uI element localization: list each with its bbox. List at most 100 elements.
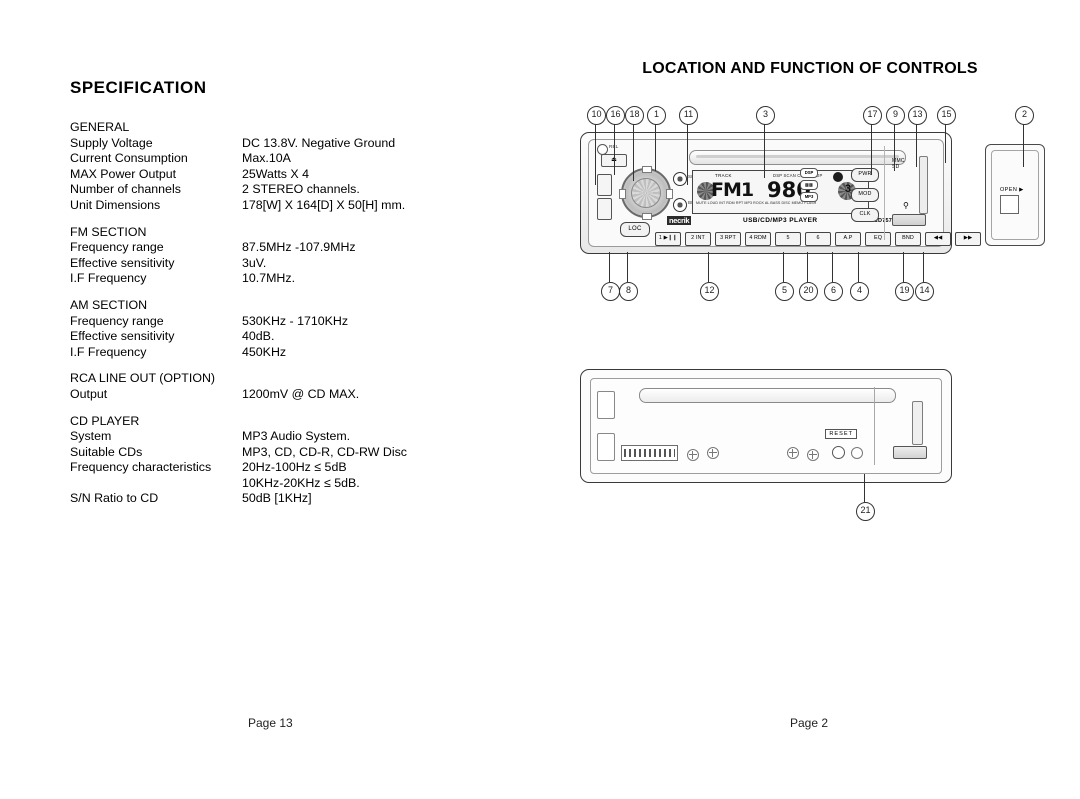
- callout-5: 5: [775, 282, 794, 301]
- spec-row: MAX Power Output 25Watts X 4: [70, 167, 530, 183]
- spec-spacer: [70, 403, 530, 414]
- mode-button[interactable]: MOD: [851, 188, 879, 202]
- spec-value: 2 STEREO channels.: [242, 182, 360, 197]
- spec-row: Frequency characteristics 20Hz-100Hz ≤ 5d…: [70, 460, 530, 476]
- callout-15: 15: [937, 106, 956, 125]
- loc-button[interactable]: LOC: [620, 222, 650, 237]
- chassis-bracket-upper: [597, 391, 615, 419]
- leader-line: [916, 123, 917, 167]
- leader-line: [655, 123, 656, 171]
- screw-icon-1: [687, 449, 699, 461]
- spec-value: 530KHz - 1710KHz: [242, 313, 349, 328]
- leader-line: [633, 123, 634, 181]
- rotary-vol-knob[interactable]: [619, 166, 673, 220]
- leader-line: [614, 123, 615, 175]
- card-slot-panel: MMC SD ⚲: [884, 146, 937, 240]
- sel-button[interactable]: [673, 172, 687, 186]
- leader-line: [864, 474, 865, 502]
- flap-inner: OPEN ▶: [991, 150, 1039, 240]
- spec-value: Max.10A: [242, 151, 291, 166]
- spec-value: 10.7MHz.: [242, 271, 296, 286]
- faceplate-inner: REL ⏏ SEL BND: [588, 139, 981, 247]
- leader-line: [894, 123, 895, 171]
- leader-line: [871, 123, 872, 175]
- player-type-label: USB/CD/MP3 PLAYER: [742, 217, 818, 224]
- spec-row: Unit Dimensions 178[W] X 164[D] X 50[H] m…: [70, 198, 530, 214]
- specification-title: SPECIFICATION: [70, 78, 207, 97]
- specification-table: GENERAL Supply Voltage DC 13.8V. Negative …: [70, 120, 530, 507]
- spec-section-name: CD PLAYER: [70, 413, 140, 428]
- knob-tab-left: [619, 189, 626, 199]
- lcd-bottom-segments: MUTE LOUD INT RDM RPT MP3 ROCK AL BASS D…: [696, 201, 817, 205]
- chassis-usb-port[interactable]: [893, 446, 927, 459]
- spec-row: I.F Frequency 450KHz: [70, 345, 530, 361]
- callout-9: 9: [886, 106, 905, 125]
- leader-line: [783, 252, 784, 282]
- screw-icon-2: [707, 447, 719, 459]
- knob-tab-bottom: [642, 213, 652, 220]
- power-button[interactable]: PWR: [851, 168, 879, 182]
- leader-line: [858, 252, 859, 282]
- preset-button[interactable]: 5: [775, 232, 801, 246]
- callout-2: 2: [1015, 106, 1034, 125]
- page-number-right: Page 2: [790, 716, 829, 730]
- sd-card-slot[interactable]: [919, 156, 928, 214]
- callout-20: 20: [799, 282, 818, 301]
- spec-section-blank: [242, 120, 530, 136]
- spec-label: Supply Voltage: [70, 135, 153, 150]
- callout-19: 19: [895, 282, 914, 301]
- spec-value: 450KHz: [242, 344, 287, 359]
- usb-icon: ⚲: [903, 201, 909, 210]
- usb-port[interactable]: [892, 214, 926, 226]
- preset-button[interactable]: 1 ▶❙❙: [655, 232, 681, 246]
- chassis-rail: [639, 388, 896, 403]
- callout-10: 10: [587, 106, 606, 125]
- callout-8: 8: [619, 282, 638, 301]
- spec-value: 87.5MHz -107.9MHz: [242, 240, 356, 255]
- leader-line: [627, 252, 628, 282]
- leader-line: [1023, 123, 1024, 167]
- leader-line: [807, 252, 808, 282]
- open-button[interactable]: [1000, 195, 1019, 214]
- spec-row: I.F Frequency 10.7MHz.: [70, 271, 530, 287]
- preset-button[interactable]: 6: [805, 232, 831, 246]
- spec-section-name: FM SECTION: [70, 224, 147, 239]
- bnd-button[interactable]: [673, 198, 687, 212]
- spec-row: 10KHz-20KHz ≤ 5dB.: [70, 476, 530, 492]
- spec-row: Supply Voltage DC 13.8V. Negative Ground: [70, 136, 530, 152]
- clock-button[interactable]: CLK: [851, 208, 879, 222]
- page-number-left: Page 13: [248, 716, 293, 730]
- spec-row: S/N Ratio to CD 50dB [1KHz]: [70, 491, 530, 507]
- callout-18: 18: [625, 106, 644, 125]
- chassis-inner: RESET: [590, 378, 942, 474]
- chassis-hole-icon: [851, 447, 863, 459]
- preset-button[interactable]: ▶▶: [955, 232, 981, 246]
- ir-sensor-icon: [833, 172, 843, 182]
- controls-column: LOCATION AND FUNCTION OF CONTROLS 10 16 18…: [575, 60, 1045, 521]
- lcd-track-label: TRACK: [715, 173, 732, 178]
- side-button-lower[interactable]: [597, 198, 612, 220]
- screw-icon-4: [807, 449, 819, 461]
- spec-section-heading: CD PLAYER: [70, 414, 530, 430]
- spec-label: Number of channels: [70, 182, 181, 197]
- spec-section-heading: RCA LINE OUT (OPTION): [70, 371, 530, 387]
- preset-button[interactable]: 2 INT: [685, 232, 711, 246]
- spec-section-heading: GENERAL: [70, 120, 530, 136]
- spec-row: System MP3 Audio System.: [70, 429, 530, 445]
- side-button-upper[interactable]: [597, 174, 612, 196]
- preset-button[interactable]: 3 RPT: [715, 232, 741, 246]
- spec-value: MP3 Audio System.: [242, 429, 351, 444]
- spec-label: Frequency characteristics: [70, 460, 212, 475]
- cd-insert-slot[interactable]: [689, 150, 906, 165]
- dsp-icon: DSP: [800, 168, 818, 178]
- leader-line: [708, 252, 709, 282]
- spec-label: System: [70, 429, 112, 444]
- spec-row: Current Consumption Max.10A: [70, 151, 530, 167]
- detachable-panel-flap: OPEN ▶: [985, 144, 1045, 246]
- reset-button[interactable]: [832, 446, 845, 459]
- callout-6: 6: [824, 282, 843, 301]
- preset-button[interactable]: 4 RDM: [745, 232, 771, 246]
- knob-tab-right: [666, 189, 673, 199]
- power-button-column: PWR MOD CLK: [851, 168, 879, 222]
- preset-button[interactable]: A.P: [835, 232, 861, 246]
